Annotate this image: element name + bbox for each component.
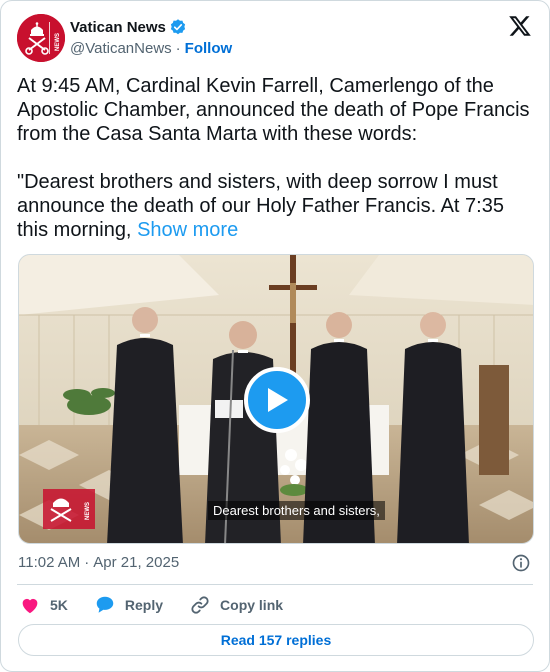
link-icon [191,596,209,614]
play-button[interactable] [244,367,310,433]
author-handle[interactable]: @VaticanNews [70,40,172,57]
info-icon[interactable] [511,553,531,573]
tweet-time: 11:02 AM [18,554,81,571]
watermark-badge-text: NEWS [85,502,91,520]
handle-separator: · [175,40,181,57]
read-replies-button[interactable]: Read 157 replies [18,624,534,656]
show-more-link[interactable]: Show more [137,219,238,241]
timestamp-separator: · [84,554,90,571]
tweet-header: NEWS Vatican News @VaticanNews · Follow [17,14,533,64]
tweet-timestamp[interactable]: 11:02 AM · Apr 21, 2025 [18,554,179,571]
like-button[interactable]: 5K [19,594,68,616]
tweet-card: NEWS Vatican News @VaticanNews · Follow … [0,0,550,672]
like-count: 5K [50,597,68,613]
vatican-news-logo-icon: NEWS [17,14,65,62]
author-name-row: Vatican News [70,18,187,36]
watermark-logo-icon: NEWS [43,489,95,529]
copy-link-label: Copy link [220,597,284,613]
verified-badge-icon [170,19,186,35]
heart-icon [22,598,38,614]
copy-link-button[interactable]: Copy link [189,594,283,616]
tweet-body: At 9:45 AM, Cardinal Kevin Farrell, Came… [17,75,530,241]
reply-button[interactable]: Reply [94,594,163,616]
x-logo-icon[interactable] [508,14,532,38]
tweet-actions: 5K Reply Copy link [19,593,309,617]
reply-bubble-icon [96,596,114,613]
reply-label: Reply [124,597,164,613]
avatar-badge-text: NEWS [55,33,61,51]
video-caption: Dearest brothers and sisters, [208,501,385,520]
read-replies-label: Read 157 replies [220,632,332,648]
author-handle-row: @VaticanNews · Follow [70,40,232,57]
divider [17,584,533,585]
tweet-text: At 9:45 AM, Cardinal Kevin Farrell, Came… [17,74,537,242]
author-display-name[interactable]: Vatican News [70,19,166,36]
avatar[interactable]: NEWS [17,14,65,62]
video-media[interactable]: NEWS Dearest brothers and sisters, [18,254,534,544]
follow-button[interactable]: Follow [185,40,233,57]
play-icon [268,388,288,412]
tweet-date: Apr 21, 2025 [93,554,180,571]
vatican-news-watermark: NEWS [43,489,95,529]
